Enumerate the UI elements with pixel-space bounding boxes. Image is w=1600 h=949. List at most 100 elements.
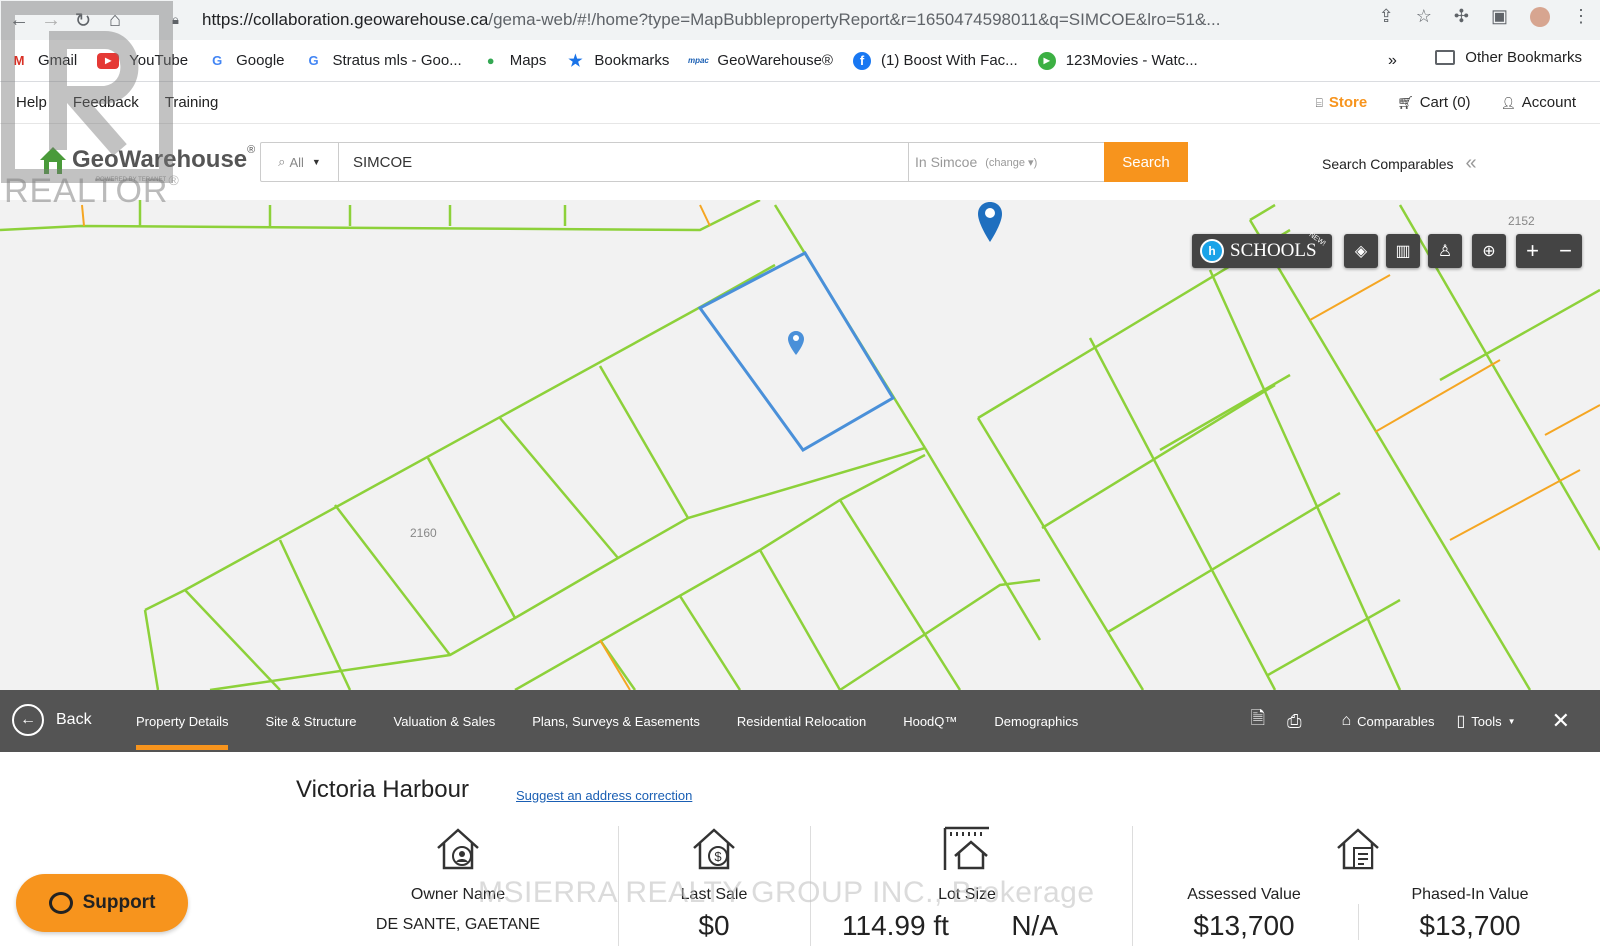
zoom-controls: + − bbox=[1516, 234, 1582, 268]
zoom-out-icon[interactable]: − bbox=[1549, 234, 1582, 268]
house-logo-icon bbox=[40, 147, 66, 174]
cart-link[interactable]: 🛒︎ Cart (0) bbox=[1397, 94, 1470, 111]
gmail-icon: M bbox=[13, 53, 25, 68]
sale-house-icon: $ bbox=[693, 828, 735, 870]
star-icon: ★ bbox=[568, 52, 583, 70]
map-label-2160: 2160 bbox=[410, 526, 437, 540]
double-chevron-left-icon: « bbox=[1465, 152, 1477, 174]
street-view-icon[interactable]: ♙ bbox=[1428, 234, 1462, 268]
report-tab-bar: ← Back Property Details Site & Structure… bbox=[0, 690, 1600, 752]
svg-text:$: $ bbox=[714, 849, 722, 864]
tab-residential-relocation[interactable]: Residential Relocation bbox=[737, 690, 866, 752]
bookmark-maps[interactable]: ● Maps bbox=[482, 52, 547, 70]
url-host: https://collaboration.geowarehouse.ca bbox=[202, 10, 489, 29]
share-icon[interactable]: ⇪ bbox=[1379, 6, 1394, 27]
profile-avatar[interactable] bbox=[1530, 6, 1550, 27]
address-bar[interactable]: 🔒︎ https://collaboration.geowarehouse.ca… bbox=[172, 6, 1342, 34]
search-input[interactable] bbox=[339, 143, 908, 181]
tools-icon: ▯ bbox=[1456, 713, 1466, 730]
search-icon: ⌕ bbox=[278, 154, 286, 169]
owner-name-label: Owner Name bbox=[410, 886, 506, 903]
mpac-icon: mpac bbox=[687, 56, 709, 65]
last-sale-label: Last Sale bbox=[680, 886, 748, 903]
home-icon[interactable]: ⌂ bbox=[102, 7, 128, 33]
schools-layer-button[interactable]: h SCHOOLS NEW! bbox=[1192, 231, 1332, 268]
cart-icon: 🛒︎ bbox=[1397, 95, 1414, 110]
help-link[interactable]: Help bbox=[16, 94, 47, 111]
other-bookmarks[interactable]: Other Bookmarks bbox=[1435, 49, 1582, 66]
url-path: /gema-web/#!/home?type=MapBubbleproperty… bbox=[488, 10, 1221, 29]
tools-dropdown[interactable]: ▯ Tools ▼ bbox=[1456, 711, 1515, 731]
pdf-icon[interactable]: 🗎︎ bbox=[1251, 706, 1265, 736]
phased-in-value-label: Phased-In Value bbox=[1411, 886, 1529, 903]
bookmark-google[interactable]: G Google bbox=[208, 52, 284, 70]
map-view[interactable]: 2152 2160 bbox=[0, 200, 1600, 690]
lot-size-value: 114.99 ft bbox=[842, 910, 949, 941]
comparables-button[interactable]: ⌂ Comparables bbox=[1341, 712, 1434, 730]
locate-icon[interactable]: ⊕ bbox=[1472, 234, 1506, 268]
print-icon[interactable]: ⎙ bbox=[1287, 711, 1301, 732]
bookmark-bookmarks[interactable]: ★ Bookmarks bbox=[566, 52, 669, 70]
assessed-value-value: $13,700 bbox=[1193, 910, 1295, 941]
account-link[interactable]: 👤︎ Account bbox=[1501, 94, 1576, 111]
close-icon[interactable]: ✕ bbox=[1552, 708, 1570, 734]
store-link[interactable]: ⌸ Store bbox=[1316, 94, 1368, 111]
back-arrow-icon[interactable]: ← bbox=[6, 7, 32, 33]
phased-in-value-card: Phased-In Value $13,700 bbox=[1384, 826, 1556, 942]
assessment-house-icon bbox=[1337, 828, 1379, 870]
caret-down-icon: ▼ bbox=[1507, 716, 1516, 726]
tab-hoodq[interactable]: HoodQ™ bbox=[903, 690, 957, 752]
suggest-address-correction-link[interactable]: Suggest an address correction bbox=[516, 788, 692, 803]
play-icon: ▶ bbox=[1037, 51, 1056, 70]
top-nav: Help Feedback Training ⌸ Store 🛒︎ Cart (0)… bbox=[0, 82, 1600, 124]
bookmark-123movies[interactable]: ▶ 123Movies - Watc... bbox=[1037, 51, 1198, 70]
youtube-icon: ▶ bbox=[97, 52, 120, 69]
search-location[interactable]: In Simcoe (change ▾) bbox=[908, 143, 1104, 181]
app-header: GeoWarehouse ® POWERED BY TERANET ⌕ All ▼… bbox=[0, 124, 1600, 200]
search-comparables-button[interactable]: Search Comparables « bbox=[1322, 152, 1477, 175]
back-arrow-icon: ← bbox=[12, 704, 44, 736]
zoom-in-icon[interactable]: + bbox=[1516, 234, 1549, 268]
tab-valuation-sales[interactable]: Valuation & Sales bbox=[394, 690, 496, 752]
tab-demographics[interactable]: Demographics bbox=[994, 690, 1078, 752]
bookmark-star-icon[interactable]: ☆ bbox=[1416, 6, 1432, 27]
tab-site-structure[interactable]: Site & Structure bbox=[265, 690, 356, 752]
layers-icon[interactable]: ◈ bbox=[1344, 234, 1378, 268]
lot-size-value-secondary: N/A bbox=[1011, 910, 1058, 941]
feedback-link[interactable]: Feedback bbox=[73, 94, 139, 111]
bookmark-stratus[interactable]: G Stratus mls - Goo... bbox=[305, 52, 461, 70]
geowarehouse-logo[interactable]: GeoWarehouse ® POWERED BY TERANET bbox=[38, 144, 255, 183]
location-pin-icon[interactable] bbox=[976, 200, 1004, 244]
chat-bubble-icon bbox=[48, 892, 73, 914]
change-location-link[interactable]: (change ▾) bbox=[985, 156, 1037, 169]
browser-toolbar: ← → ↻ ⌂ 🔒︎ https://collaboration.geoware… bbox=[0, 0, 1600, 40]
training-link[interactable]: Training bbox=[165, 94, 219, 111]
reading-list-icon[interactable]: ▣ bbox=[1491, 6, 1508, 27]
menu-icon[interactable]: ⋮ bbox=[1572, 6, 1590, 27]
support-button[interactable]: Support bbox=[16, 874, 188, 932]
extensions-icon[interactable]: ✣ bbox=[1454, 6, 1469, 27]
google-icon: G bbox=[308, 53, 319, 68]
assessed-value-label: Assessed Value bbox=[1187, 886, 1301, 903]
store-icon: ⌸ bbox=[1315, 96, 1323, 110]
forward-arrow-icon[interactable]: → bbox=[38, 7, 64, 33]
bookmark-gmail[interactable]: M Gmail bbox=[10, 52, 78, 70]
property-town: Victoria Harbour bbox=[296, 776, 469, 803]
bookmark-youtube[interactable]: ▶ YouTube bbox=[97, 52, 188, 69]
search-scope-dropdown[interactable]: ⌕ All ▼ bbox=[261, 143, 339, 181]
phased-in-value-value: $13,700 bbox=[1419, 910, 1521, 941]
tab-property-details[interactable]: Property Details bbox=[136, 690, 229, 752]
maps-icon: ● bbox=[486, 53, 495, 68]
tab-plans-surveys[interactable]: Plans, Surveys & Easements bbox=[532, 690, 700, 752]
parcel-pin-icon[interactable] bbox=[787, 330, 805, 356]
bookmark-geowarehouse[interactable]: mpac GeoWarehouse® bbox=[687, 52, 833, 70]
reload-icon[interactable]: ↻ bbox=[70, 7, 96, 33]
map-type-icon[interactable]: ▥ bbox=[1386, 234, 1420, 268]
facebook-icon: f bbox=[852, 51, 871, 70]
search-button[interactable]: Search bbox=[1104, 142, 1188, 182]
assessed-value-card: Assessed Value $13,700 bbox=[1160, 826, 1328, 942]
bookmark-facebook[interactable]: f (1) Boost With Fac... bbox=[852, 51, 1018, 70]
last-sale-value: $0 bbox=[698, 910, 730, 941]
bookmarks-overflow-button[interactable]: » bbox=[1388, 52, 1397, 70]
back-button[interactable]: ← Back bbox=[12, 704, 92, 736]
